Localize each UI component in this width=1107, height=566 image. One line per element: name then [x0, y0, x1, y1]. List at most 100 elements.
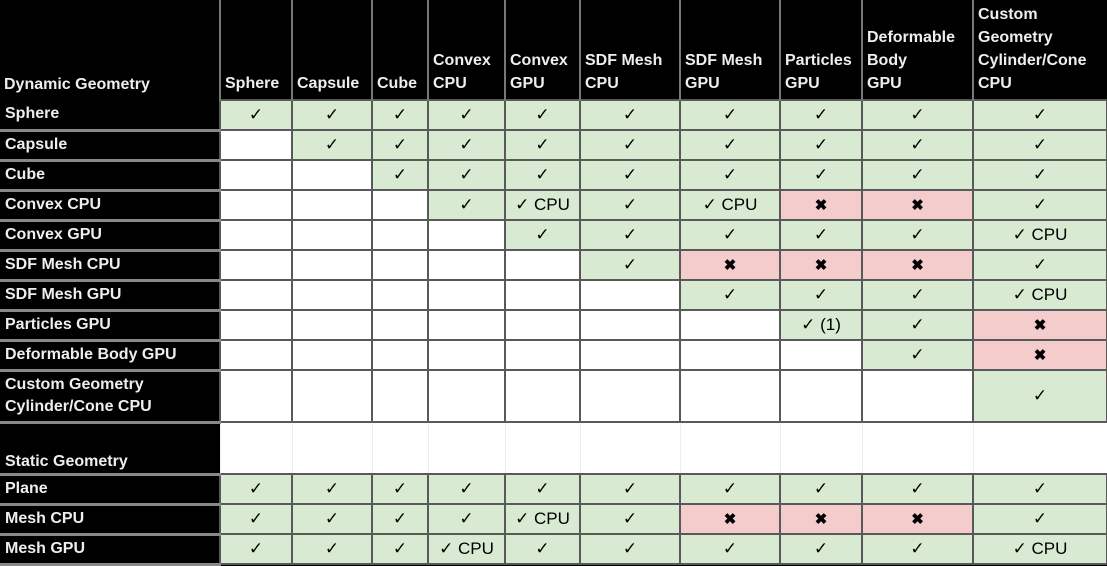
supported-cell: ✓	[972, 189, 1107, 221]
supported-cell: ✓	[972, 503, 1107, 535]
supported-cell: ✓	[861, 309, 974, 341]
supported-cell: ✓	[291, 99, 373, 131]
supported-cell: ✓	[861, 533, 974, 565]
empty-cell	[504, 279, 581, 311]
supported-cell: ✓	[579, 219, 681, 251]
supported-cell: ✓	[679, 473, 781, 505]
supported-cell: ✓	[427, 99, 506, 131]
dynamic-row: Particles GPU ✓ (1) ✓ ✖	[0, 309, 1107, 342]
row-label: Mesh CPU	[0, 504, 220, 536]
empty-cell	[427, 309, 506, 341]
empty-cell	[427, 339, 506, 371]
empty-cell	[219, 249, 293, 281]
supported-cell: ✓	[219, 99, 293, 131]
supported-cell: ✓	[371, 503, 429, 535]
column-header: Convex GPU	[504, 0, 580, 100]
collision-support-matrix: Dynamic Geometry Sphere Capsule Cube Convex…	[0, 0, 1107, 566]
static-section-row: Static Geometry	[0, 421, 1107, 476]
supported-cell: ✓	[679, 279, 781, 311]
dynamic-row: SDF Mesh GPU ✓ ✓ ✓ ✓ CPU	[0, 279, 1107, 312]
supported-cell: ✓	[579, 189, 681, 221]
row-label: SDF Mesh GPU	[0, 280, 220, 312]
row-label: Mesh GPU	[0, 534, 220, 566]
empty-cell	[371, 309, 429, 341]
column-header: SDF Mesh GPU	[679, 0, 780, 100]
cross-icon: ✖	[814, 197, 828, 214]
supported-cell: ✓	[861, 99, 974, 131]
supported-cell: ✓	[779, 219, 863, 251]
row-label: Particles GPU	[0, 310, 220, 342]
header-row: Dynamic Geometry Sphere Capsule Cube Convex…	[0, 0, 1107, 100]
cross-icon: ✖	[723, 257, 737, 274]
empty-cell	[579, 279, 681, 311]
unsupported-cell: ✖	[972, 309, 1107, 341]
unsupported-cell: ✖	[972, 339, 1107, 371]
row-label: SDF Mesh CPU	[0, 250, 220, 282]
unsupported-cell: ✖	[679, 503, 781, 535]
empty-cell	[291, 279, 373, 311]
spacer-cell	[219, 421, 293, 475]
empty-cell	[504, 309, 581, 341]
supported-cell: ✓	[579, 159, 681, 191]
empty-cell	[371, 279, 429, 311]
supported-cell: ✓	[291, 129, 373, 161]
unsupported-cell: ✖	[779, 189, 863, 221]
empty-cell	[579, 309, 681, 341]
supported-cell: ✓ CPU	[504, 189, 581, 221]
empty-cell	[579, 369, 681, 423]
dynamic-row: SDF Mesh CPU ✓ ✖ ✖ ✖ ✓	[0, 249, 1107, 282]
empty-cell	[219, 279, 293, 311]
supported-cell: ✓	[504, 129, 581, 161]
cross-icon: ✖	[814, 257, 828, 274]
empty-cell	[679, 339, 781, 371]
column-header: Particles GPU	[779, 0, 862, 100]
supported-cell: ✓	[679, 159, 781, 191]
supported-cell: ✓	[504, 159, 581, 191]
supported-cell: ✓	[579, 533, 681, 565]
supported-cell: ✓	[504, 99, 581, 131]
supported-cell: ✓	[427, 503, 506, 535]
empty-cell	[371, 219, 429, 251]
cross-icon: ✖	[1033, 347, 1047, 364]
empty-cell	[371, 249, 429, 281]
empty-cell	[219, 189, 293, 221]
empty-cell	[679, 369, 781, 423]
supported-cell: ✓	[861, 339, 974, 371]
cross-icon: ✖	[911, 257, 924, 274]
static-row: Mesh GPU ✓ ✓ ✓ ✓ CPU ✓ ✓ ✓ ✓ ✓ ✓ CPU	[0, 533, 1107, 566]
supported-cell: ✓	[779, 533, 863, 565]
row-label: Plane	[0, 474, 220, 506]
spacer-cell	[579, 421, 681, 475]
row-label: Convex CPU	[0, 190, 220, 222]
row-label: Sphere	[0, 100, 220, 132]
supported-cell: ✓	[371, 159, 429, 191]
unsupported-cell: ✖	[861, 189, 974, 221]
column-header: Custom Geometry Cylinder/Cone CPU	[972, 0, 1107, 100]
supported-cell: ✓	[219, 473, 293, 505]
empty-cell	[427, 369, 506, 423]
empty-cell	[219, 339, 293, 371]
static-geometry-heading: Static Geometry	[0, 422, 220, 476]
supported-cell: ✓	[779, 99, 863, 131]
empty-cell	[779, 339, 863, 371]
static-row: Mesh CPU ✓ ✓ ✓ ✓ ✓ CPU ✓ ✖ ✖ ✖ ✓	[0, 503, 1107, 536]
supported-cell: ✓	[291, 503, 373, 535]
supported-cell: ✓	[779, 279, 863, 311]
empty-cell	[504, 369, 581, 423]
unsupported-cell: ✖	[779, 249, 863, 281]
empty-cell	[504, 249, 581, 281]
empty-cell	[291, 309, 373, 341]
unsupported-cell: ✖	[679, 249, 781, 281]
supported-cell: ✓ CPU	[679, 189, 781, 221]
empty-cell	[861, 369, 974, 423]
supported-cell: ✓ CPU	[504, 503, 581, 535]
spacer-cell	[679, 421, 781, 475]
empty-cell	[219, 129, 293, 161]
spacer-cell	[371, 421, 429, 475]
supported-cell: ✓	[371, 533, 429, 565]
column-header: Cube	[371, 0, 428, 100]
supported-cell: ✓	[861, 279, 974, 311]
supported-cell: ✓	[427, 129, 506, 161]
empty-cell	[291, 369, 373, 423]
empty-cell	[427, 219, 506, 251]
